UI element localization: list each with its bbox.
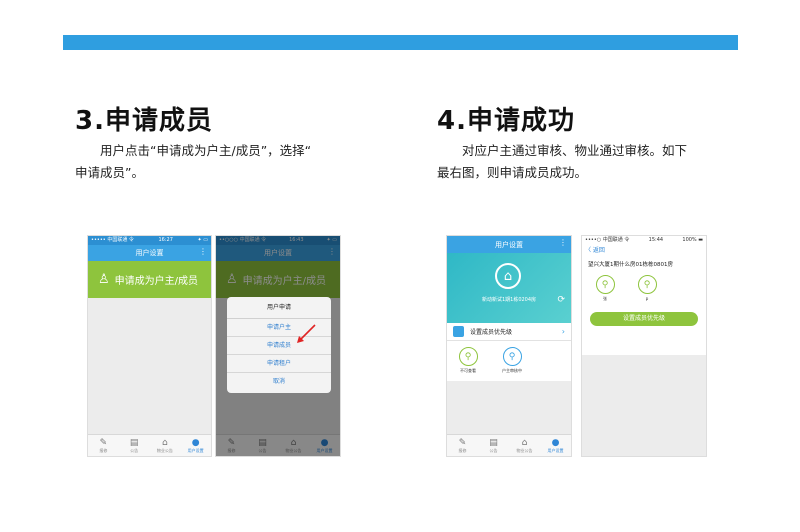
status-time: 15:44 xyxy=(648,237,664,243)
avatar-icon: ⚲ xyxy=(637,275,657,294)
step4-description: 对应户主通过审核、物业通过审核。如下 最右图，则申请成员成功。 xyxy=(437,140,737,184)
home-icon: ⌂ xyxy=(162,437,168,448)
step4-desc-line2: 最右图，则申请成员成功。 xyxy=(437,165,588,180)
chevron-right-icon: › xyxy=(561,327,565,336)
nav-title: 用户设置 xyxy=(135,249,164,257)
phone-screen-member-priority: ••••○ 中国联通 令 15:44 100% ▬ 〈 返回 望兴大厦1期什么房… xyxy=(581,235,707,457)
phone-screen-approved-settings: 用户设置 ⋮ ⌂ 新动新试1期1栋0204房 ⟳ 设置成员优先级 › ⚲ 不可查… xyxy=(446,235,572,457)
option-label: 申请成员 xyxy=(266,342,291,349)
phone-screen-user-settings: ••••• 中国联通 令 16:27 ✦ ▭ 用户设置 ⋮ ♙ 申请成为户主/成… xyxy=(87,235,212,457)
priority-icon xyxy=(453,326,464,337)
carrier-signal: ••••• 中国联通 令 xyxy=(91,237,134,243)
avatar-icon: ⚲ xyxy=(595,275,615,294)
tab-label: 公告 xyxy=(489,447,498,453)
tab-label: 用户设置 xyxy=(547,447,564,453)
top-accent-bar xyxy=(63,35,738,50)
house-icon: ⌂ xyxy=(495,263,521,289)
option-cancel[interactable]: 取消 xyxy=(227,373,331,391)
member-item[interactable]: ⚲ 户主审核中 xyxy=(497,347,527,381)
refresh-icon[interactable]: ⟳ xyxy=(557,295,565,305)
option-apply-member[interactable]: 申请成员 xyxy=(227,324,331,355)
notice-icon: ▤ xyxy=(489,437,498,448)
tab-notice[interactable]: ▤ 公告 xyxy=(119,435,150,456)
member-list: ⚲ 不可查看 ⚲ 户主审核中 xyxy=(447,341,571,381)
member-item[interactable]: ⚲ 不可查看 xyxy=(453,347,483,381)
tab-label: 报修 xyxy=(458,447,467,453)
battery-icon: 100% ▬ xyxy=(682,237,703,243)
set-priority-button[interactable]: 设置成员优先级 xyxy=(590,312,698,326)
step3-desc-line1: 用户点击“申请成为户主/成员”，选择“ xyxy=(100,143,312,158)
apply-label: 申请成为户主/成员 xyxy=(114,276,199,287)
option-apply-tenant[interactable]: 申请租户 xyxy=(227,355,331,373)
member-name: 张 xyxy=(603,296,607,301)
phone-screen-apply-dialog: ••○○○ 中国联通 令 16:43 ✦ ▭ 用户设置 ⋮ ♙ 申请成为户主/成… xyxy=(215,235,341,457)
house-banner: ⌂ 新动新试1期1栋0204房 ⟳ xyxy=(447,253,571,323)
nav-bar: 用户设置 ⋮ xyxy=(447,236,571,253)
dialog-title: 用户申请 xyxy=(227,297,331,319)
notice-icon: ▤ xyxy=(129,437,139,448)
tab-repair[interactable]: ✎ 报修 xyxy=(447,435,478,456)
priority-label: 设置成员优先级 xyxy=(470,329,513,336)
step3-desc-line2: 申请成员”。 xyxy=(75,165,144,180)
status-bar: ••••• 中国联通 令 16:27 ✦ ▭ xyxy=(88,236,211,245)
more-menu-icon[interactable]: ⋮ xyxy=(199,247,207,257)
tab-bar: ✎ 报修 ▤ 公告 ⌂ 物业公告 ● 用户设置 xyxy=(88,434,211,456)
tab-label: 物业公告 xyxy=(516,447,533,453)
tab-label: 用户设置 xyxy=(187,447,204,453)
battery-icon: ✦ ▭ xyxy=(197,237,208,243)
member-name: p xyxy=(645,296,649,301)
tab-notice[interactable]: ▤ 公告 xyxy=(478,435,509,456)
avatar-icon: ⚲ xyxy=(502,347,522,366)
tab-user-settings[interactable]: ● 用户设置 xyxy=(540,435,571,456)
wrench-icon: ✎ xyxy=(99,437,108,448)
tab-label: 报修 xyxy=(99,447,108,453)
tab-bar: ✎ 报修 ▤ 公告 ⌂ 物业公告 ● 用户设置 xyxy=(447,434,571,456)
tab-repair[interactable]: ✎ 报修 xyxy=(88,435,119,456)
apply-owner-member-button[interactable]: ♙ 申请成为户主/成员 xyxy=(88,261,211,298)
step4-title: 4.申请成功 xyxy=(437,106,575,136)
back-button[interactable]: 〈 返回 xyxy=(582,245,706,257)
tab-label: 物业公告 xyxy=(156,447,173,453)
step3-title: 3.申请成员 xyxy=(75,106,213,136)
add-user-icon: ♙ xyxy=(98,272,110,287)
user-icon: ● xyxy=(191,437,200,448)
set-member-priority-row[interactable]: 设置成员优先级 › xyxy=(447,323,571,341)
wrench-icon: ✎ xyxy=(458,437,467,448)
member-list: ⚲ 张 ⚲ p xyxy=(582,271,706,302)
member-priority-panel: 望兴大厦1期什么房01栋栋0801房 ⚲ 张 ⚲ p 设置成员优先级 xyxy=(582,257,706,355)
member-status: 户主审核中 xyxy=(502,368,522,373)
step3-description: 用户点击“申请成为户主/成员”，选择“ 申请成员”。 xyxy=(75,140,375,184)
carrier-signal: ••••○ 中国联通 令 xyxy=(585,237,630,243)
red-arrow-icon xyxy=(297,324,316,343)
member-item[interactable]: ⚲ 张 xyxy=(590,275,620,302)
status-bar: ••••○ 中国联通 令 15:44 100% ▬ xyxy=(582,236,706,245)
member-item[interactable]: ⚲ p xyxy=(632,275,662,302)
nav-title: 用户设置 xyxy=(495,240,523,249)
nav-bar: 用户设置 ⋮ xyxy=(88,245,211,261)
apply-dialog: 用户申请 申请户主 申请成员 申请租户 取消 xyxy=(227,297,331,393)
tab-property[interactable]: ⌂ 物业公告 xyxy=(150,435,181,456)
more-menu-icon[interactable]: ⋮ xyxy=(559,238,567,248)
avatar-icon: ⚲ xyxy=(458,347,478,366)
house-address: 新动新试1期1栋0204房 xyxy=(481,297,537,303)
tab-label: 公告 xyxy=(130,447,139,453)
home-icon: ⌂ xyxy=(521,437,528,448)
user-icon: ● xyxy=(551,437,560,448)
house-address: 望兴大厦1期什么房01栋栋0801房 xyxy=(582,257,706,271)
status-time: 16:27 xyxy=(158,237,173,243)
member-status: 不可查看 xyxy=(460,368,476,373)
step4-desc-line1: 对应户主通过审核、物业通过审核。如下 xyxy=(462,143,688,158)
tab-property[interactable]: ⌂ 物业公告 xyxy=(509,435,540,456)
tab-user-settings[interactable]: ● 用户设置 xyxy=(180,435,211,456)
